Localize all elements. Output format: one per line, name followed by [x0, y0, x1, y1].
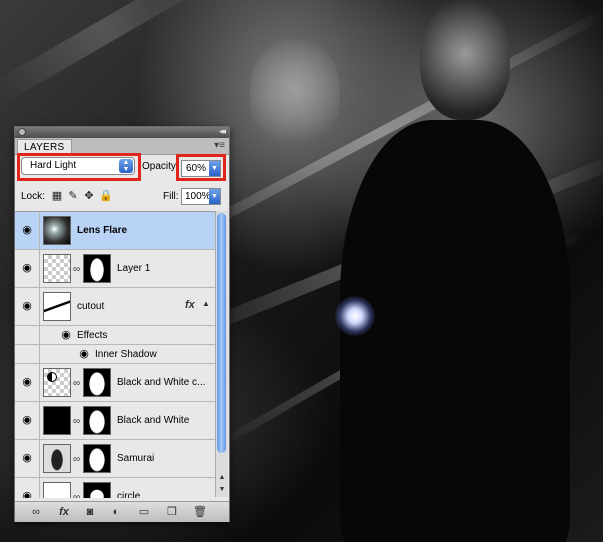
highlight-box-opacity — [176, 154, 226, 181]
chain-link-icon[interactable]: ∞ — [73, 454, 80, 465]
lock-label: Lock: — [21, 191, 45, 202]
new-layer-icon[interactable]: ❐ — [165, 505, 179, 519]
new-group-icon[interactable]: ▭ — [137, 505, 151, 519]
layer-row-cutout[interactable]: ◉ cutout fx ▲ — [15, 288, 215, 326]
layers-panel: ◂◂ LAYERS ▾≡ Hard Light ▲ ▼ Opacity: 60% … — [14, 126, 230, 522]
effects-eye-cell — [15, 326, 40, 344]
eye-icon[interactable]: ◉ — [20, 224, 34, 236]
padlock-icon[interactable]: 🔒 — [99, 190, 113, 202]
effect-name: Inner Shadow — [95, 349, 157, 360]
layer-thumbnail — [43, 216, 71, 245]
fill-dropdown-icon[interactable]: ▼ — [209, 189, 220, 204]
eye-icon[interactable]: ◉ — [20, 300, 34, 312]
highlight-box-blend — [17, 153, 141, 181]
layer-row-black-and-white[interactable]: ◉ ∞ Black and White — [15, 402, 215, 440]
scrollbar-thumb[interactable] — [217, 213, 226, 453]
layer-thumbnail — [43, 406, 71, 435]
scroll-up-icon[interactable]: ▲ — [217, 473, 227, 483]
opacity-label: Opacity: — [142, 161, 179, 172]
layer-thumbnail — [43, 292, 71, 321]
effect-row-inner-shadow[interactable]: ◉ Inner Shadow — [15, 345, 215, 364]
add-style-icon[interactable]: fx — [57, 505, 71, 519]
scroll-down-icon[interactable]: ▼ — [217, 485, 227, 495]
samurai-head — [420, 0, 510, 120]
panel-bottom-toolbar: ∞ fx ◙ ◐ ▭ ❐ 🗑 — [15, 501, 229, 522]
visibility-toggle[interactable]: ◉ — [15, 212, 40, 249]
fill-label: Fill: — [163, 191, 179, 202]
expand-arrow-icon[interactable]: ▲ — [202, 299, 210, 308]
eye-icon[interactable]: ◉ — [59, 329, 73, 341]
ghost-head — [250, 40, 340, 150]
fill-value: 100% — [185, 191, 211, 202]
layer-name: Black and White — [117, 415, 190, 426]
trash-icon[interactable]: 🗑 — [193, 505, 207, 519]
eye-icon[interactable]: ◉ — [20, 490, 34, 498]
layer-row-black-and-white-copy[interactable]: ◉ ∞ Black and White c... — [15, 364, 215, 402]
mask-thumbnail — [83, 254, 111, 283]
close-button[interactable] — [18, 128, 26, 136]
mask-thumbnail — [83, 444, 111, 473]
layer-name: Layer 1 — [117, 263, 151, 274]
mask-thumbnail — [83, 368, 111, 397]
eye-icon[interactable]: ◉ — [20, 414, 34, 426]
layer-name: cutout — [77, 301, 105, 312]
panel-menu-icon[interactable]: ▾≡ — [214, 140, 225, 152]
chain-link-icon[interactable]: ∞ — [73, 416, 80, 427]
visibility-toggle[interactable]: ◉ — [15, 402, 40, 439]
move-icon[interactable]: ✥ — [83, 190, 95, 202]
samurai-silhouette — [340, 120, 570, 542]
layer-row-samurai[interactable]: ◉ ∞ Samurai — [15, 440, 215, 478]
brush-icon[interactable]: ✎ — [67, 190, 79, 202]
layer-thumbnail — [43, 444, 71, 473]
eye-icon[interactable]: ◉ — [20, 452, 34, 464]
layer-name: circle — [117, 491, 141, 498]
eye-icon[interactable]: ◉ — [77, 348, 91, 360]
chain-link-icon[interactable]: ∞ — [73, 264, 80, 275]
layer-row-layer-1[interactable]: ◉ ∞ Layer 1 — [15, 250, 215, 288]
mask-thumbnail — [83, 482, 111, 498]
fx-icon[interactable]: fx — [185, 299, 195, 311]
visibility-toggle[interactable]: ◉ — [15, 478, 40, 498]
visibility-toggle[interactable]: ◉ — [15, 250, 40, 287]
collapse-icon[interactable]: ◂◂ — [219, 126, 226, 137]
effects-label: Effects — [77, 330, 108, 341]
link-layers-icon[interactable]: ∞ — [29, 505, 43, 519]
layer-list: ◉ Lens Flare ◉ ∞ Layer 1 ◉ cutout fx ▲ ◉… — [15, 211, 215, 498]
visibility-toggle[interactable]: ◉ — [15, 288, 40, 325]
adjustment-layer-icon[interactable]: ◐ — [109, 505, 123, 519]
layer-row-lens-flare[interactable]: ◉ Lens Flare — [15, 212, 215, 250]
eye-icon[interactable]: ◉ — [20, 376, 34, 388]
visibility-toggle[interactable]: ◉ — [15, 440, 40, 477]
layer-name: Lens Flare — [77, 225, 128, 236]
effects-row[interactable]: ◉ Effects — [15, 326, 215, 345]
light-ray — [0, 0, 214, 103]
layer-thumbnail — [43, 254, 71, 283]
fill-field[interactable]: 100% ▼ — [181, 188, 221, 205]
panel-titlebar[interactable]: ◂◂ — [15, 126, 229, 138]
lens-flare — [335, 296, 375, 336]
adjustment-thumbnail — [43, 368, 71, 397]
layer-name: Black and White c... — [117, 377, 206, 388]
chain-link-icon[interactable]: ∞ — [73, 492, 80, 498]
layer-name: Samurai — [117, 453, 155, 464]
visibility-toggle[interactable]: ◉ — [15, 364, 40, 401]
chain-link-icon[interactable]: ∞ — [73, 378, 80, 389]
mask-thumbnail — [83, 406, 111, 435]
eye-icon[interactable]: ◉ — [20, 262, 34, 274]
layer-list-scrollbar[interactable]: ▲ ▼ — [215, 211, 228, 497]
layer-row-circle[interactable]: ◉ ∞ circle — [15, 478, 215, 498]
effect-eye-cell — [15, 345, 40, 363]
adjustment-icon — [47, 372, 57, 382]
checkerboard-icon[interactable]: ▦ — [51, 190, 63, 202]
layer-thumbnail — [43, 482, 71, 498]
add-mask-icon[interactable]: ◙ — [83, 505, 97, 519]
